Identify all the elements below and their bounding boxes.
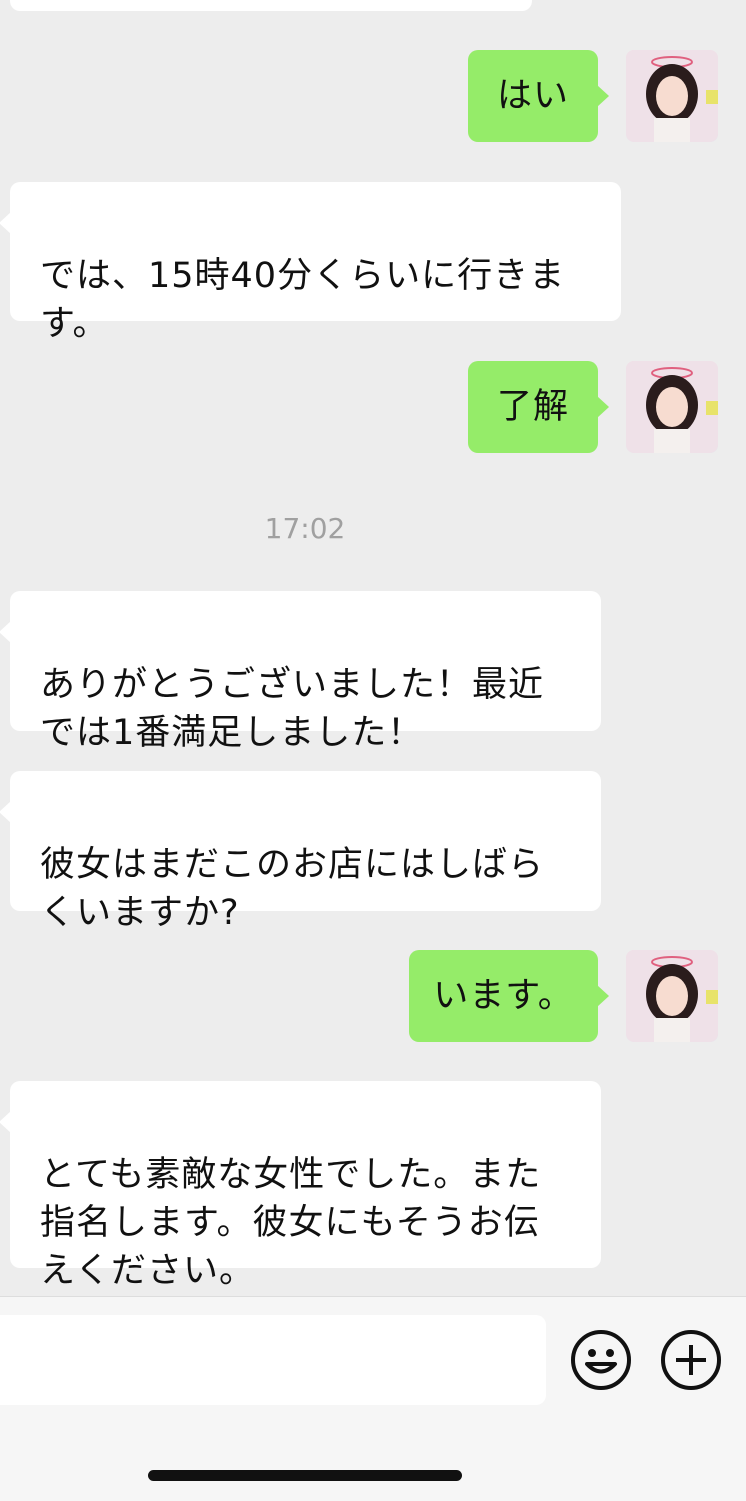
- incoming-message-bubble[interactable]: ありがとうございました！最近では1番満足しました！: [0, 591, 601, 753]
- bubble-tail: [597, 985, 609, 1007]
- previous-message-bubble: [10, 0, 532, 11]
- message-text: では、15時40分くらいに行きます。: [40, 256, 566, 344]
- message-text: ありがとうございました！最近では1番満足しました！: [40, 665, 545, 753]
- message-timestamp: 17:02: [264, 512, 346, 545]
- home-indicator[interactable]: [148, 1470, 462, 1481]
- avatar[interactable]: [626, 50, 718, 142]
- bubble-tail: [597, 85, 609, 107]
- bubble-tail: [597, 396, 609, 418]
- user-avatar-image: [626, 950, 718, 1042]
- message-text: 了解: [496, 387, 569, 427]
- bubble-tail: [0, 621, 11, 643]
- plus-icon: [661, 1330, 721, 1390]
- message-text: とても素敵な女性でした。また指名します。彼女にもそうお伝えください。: [40, 1155, 542, 1291]
- emoji-icon: [571, 1330, 631, 1390]
- bubble-tail: [0, 212, 11, 234]
- avatar[interactable]: [626, 950, 718, 1042]
- incoming-message-bubble[interactable]: では、15時40分くらいに行きます。: [0, 182, 621, 344]
- user-avatar-image: [626, 361, 718, 453]
- message-text: います。: [433, 976, 574, 1016]
- plus-button[interactable]: [660, 1329, 722, 1391]
- outgoing-message-bubble[interactable]: はい: [468, 50, 609, 142]
- bubble-tail: [0, 801, 11, 823]
- outgoing-message-bubble[interactable]: います。: [409, 950, 609, 1042]
- incoming-message-bubble[interactable]: 彼女はまだこのお店にはしばらくいますか?: [0, 771, 601, 933]
- message-text: 彼女はまだこのお店にはしばらくいますか?: [40, 845, 545, 933]
- outgoing-message-bubble[interactable]: 了解: [468, 361, 609, 453]
- message-text: はい: [496, 76, 569, 116]
- message-input[interactable]: [0, 1315, 546, 1405]
- avatar[interactable]: [626, 361, 718, 453]
- emoji-button[interactable]: [570, 1329, 632, 1391]
- user-avatar-image: [626, 50, 718, 142]
- incoming-message-bubble[interactable]: とても素敵な女性でした。また指名します。彼女にもそうお伝えください。: [0, 1081, 601, 1291]
- bubble-tail: [0, 1111, 11, 1133]
